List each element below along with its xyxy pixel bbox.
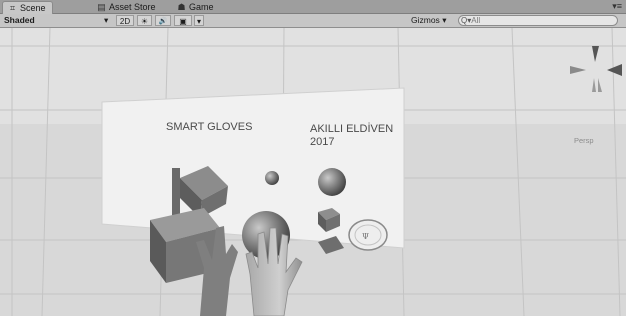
lighting-toggle-icon[interactable]: ☀ <box>137 15 152 26</box>
scene-title-year: 2017 <box>310 136 335 148</box>
scene-title-left: SMART GLOVES <box>166 121 253 133</box>
tab-scene-label: Scene <box>20 3 46 13</box>
scene-toolbar: Shaded ▾ 2D ☀ 🔊 ▣ ▾ Gizmos ▾ Q▾All <box>0 14 626 28</box>
tab-game[interactable]: ☗ Game <box>172 1 220 13</box>
search-placeholder: All <box>471 16 481 25</box>
effects-toggle-icon[interactable]: ▣ <box>174 15 192 26</box>
tab-bar: ⌗ Scene ▤ Asset Store ☗ Game ▾≡ <box>0 0 626 14</box>
search-field[interactable]: Q▾All <box>458 15 618 26</box>
small-sphere <box>265 171 279 185</box>
chevron-down-icon: ▾ <box>442 15 447 25</box>
unity-scene-window: ⌗ Scene ▤ Asset Store ☗ Game ▾≡ Shaded ▾ 2D… <box>0 0 626 316</box>
persp-label[interactable]: Persp <box>574 136 594 145</box>
scene-viewport[interactable]: Ψ SMART GLOVES AKILLI ELDİVEN 2017 Persp <box>0 28 626 316</box>
gizmos-dropdown[interactable]: Gizmos ▾ <box>411 14 446 27</box>
scene-render: Ψ <box>0 28 626 316</box>
tab-asset-store-label: Asset Store <box>109 2 156 12</box>
effects-dropdown-icon[interactable]: ▾ <box>194 15 204 26</box>
search-icon: Q▾ <box>461 16 472 25</box>
audio-toggle-icon[interactable]: 🔊 <box>155 15 171 26</box>
chevron-down-icon[interactable]: ▾ <box>104 14 108 27</box>
tab-game-label: Game <box>189 2 214 12</box>
gizmos-label: Gizmos <box>411 15 440 25</box>
game-controller-icon: ☗ <box>177 2 186 12</box>
scene-grid-icon: ⌗ <box>9 3 16 13</box>
tab-asset-store[interactable]: ▤ Asset Store <box>92 1 162 13</box>
2d-mode-button[interactable]: 2D <box>116 15 134 26</box>
asset-store-icon: ▤ <box>97 2 106 12</box>
svg-text:Ψ: Ψ <box>362 232 369 241</box>
window-menu-icon[interactable]: ▾≡ <box>612 0 622 12</box>
draw-mode-dropdown[interactable]: Shaded <box>4 14 35 27</box>
scene-title-right: AKILLI ELDİVEN <box>310 123 394 135</box>
tab-scene[interactable]: ⌗ Scene <box>2 1 53 14</box>
medium-sphere <box>318 168 346 196</box>
